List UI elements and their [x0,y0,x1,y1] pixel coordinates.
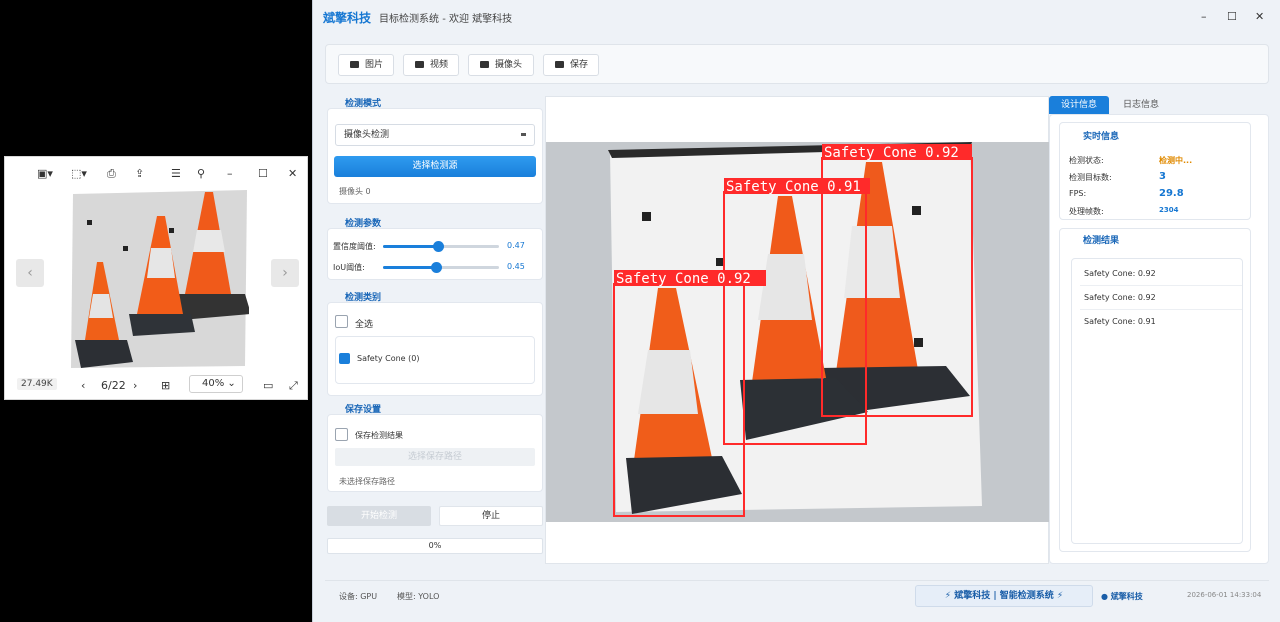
video-button[interactable]: 视频 [403,54,459,76]
device-info: 设备: GPU [339,592,378,601]
detection-label: Safety Cone 0.92 [824,145,959,161]
confidence-handle[interactable] [433,241,444,252]
brand-name: 斌擎科技 [323,10,372,25]
slideshow-icon[interactable]: ▭ [263,379,273,392]
result-item[interactable]: Safety Cone: 0.92 [1084,269,1156,278]
image-icon [350,61,359,68]
select-all-checkbox[interactable] [335,315,348,328]
datetime: 2026-06-01 14:33:04 [1187,591,1262,599]
page-counter: 6/22 [101,379,126,392]
title-bar: 斌擎科技 目标检测系统 - 欢迎 斌擎科技 [313,0,1280,34]
path-status: 未选择保存路径 [339,477,395,486]
confidence-fill [383,245,437,248]
maximize-icon[interactable]: ☐ [258,167,268,181]
results-title: 检测结果 [1083,236,1120,246]
iou-handle[interactable] [431,262,442,273]
crop-icon[interactable]: ⬚▾ [71,167,87,181]
result-item[interactable]: Safety Cone: 0.91 [1084,317,1156,326]
pin-icon[interactable]: ⚲ [197,167,205,181]
iou-slider[interactable] [383,262,499,273]
confidence-slider-row: 置信度阈值: 0.47 [333,240,529,252]
save-results-label: 保存检测结果 [355,431,403,440]
next-image-button[interactable]: › [271,259,299,287]
photo-viewer-window: ▣▾ ⬚▾ ⎙ ⇪ ☰ ⚲ – ☐ ✕ ‹ › 27.49K ‹ 6/22 › … [4,156,308,400]
fit-icon[interactable]: ⊞ [161,379,170,392]
count-value: 3 [1159,171,1166,182]
iou-label: IoU阈值: [333,263,365,272]
maximize-icon[interactable]: ☐ [1227,10,1237,23]
select-source-button[interactable]: 选择检测源 [334,156,536,177]
confidence-label: 置信度阈值: [333,242,376,251]
minimize-icon[interactable]: – [1201,10,1207,23]
file-size-label: 27.49K [17,378,57,390]
detection-canvas: Safety Cone 0.92 Safety Cone 0.91 Safety… [545,96,1050,564]
close-icon[interactable]: ✕ [1255,10,1264,23]
save-results-checkbox[interactable] [335,428,348,441]
confidence-slider[interactable] [383,241,499,252]
image-button[interactable]: 图片 [338,54,394,76]
next-page-icon[interactable]: › [133,379,137,392]
stop-button[interactable]: 停止 [439,506,543,526]
detection-label: Safety Cone 0.92 [616,271,751,287]
viewer-image [71,190,249,368]
choose-path-button[interactable]: 选择保存路径 [335,448,535,466]
user-info: ● 斌擎科技 [1101,592,1143,601]
fps-label: FPS: [1069,189,1087,198]
chevron-down-icon [521,133,526,136]
camera-button[interactable]: 摄像头 [468,54,534,76]
tab-log-info[interactable]: 日志信息 [1111,96,1171,114]
detect-mode-select[interactable]: 摄像头检测 [335,124,535,146]
edit-icon[interactable]: ▣▾ [37,167,53,181]
class-label: Safety Cone (0) [357,354,420,363]
model-info: 模型: YOLO [397,592,440,601]
share-icon[interactable]: ⇪ [135,167,144,181]
iou-fill [383,266,435,269]
user-icon: ● [1101,592,1108,601]
fps-value: 29.8 [1159,188,1184,199]
tab-design-info[interactable]: 设计信息 [1049,96,1109,114]
result-item[interactable]: Safety Cone: 0.92 [1084,293,1156,302]
camera-info: 摄像头 0 [339,187,371,196]
video-icon [415,61,424,68]
start-detection-button[interactable]: 开始检测 [327,506,431,526]
fullscreen-icon[interactable]: ⤢ [289,379,298,393]
detection-label: Safety Cone 0.91 [726,179,861,195]
camera-icon [480,61,489,68]
minimize-icon[interactable]: – [227,167,233,181]
status-value: 检测中... [1159,156,1193,165]
save-icon [555,61,564,68]
select-all-label: 全选 [355,320,374,330]
menu-icon[interactable]: ☰ [171,167,181,181]
close-icon[interactable]: ✕ [288,167,297,181]
realtime-title: 实时信息 [1083,132,1120,142]
window-title: 目标检测系统 - 欢迎 斌擎科技 [379,13,513,25]
prev-page-icon[interactable]: ‹ [81,379,85,392]
results-list: Safety Cone: 0.92 Safety Cone: 0.92 Safe… [1071,258,1243,544]
status-bar: 设备: GPU 模型: YOLO ⚡ 斌擎科技 | 智能检测系统 ⚡ ● 斌擎科… [325,580,1269,610]
frames-value: 2304 [1159,206,1179,214]
result-divider [1080,309,1242,310]
iou-slider-row: IoU阈值: 0.45 [333,261,529,273]
print-icon[interactable]: ⎙ [107,167,116,181]
progress-bar: 0% [327,538,543,554]
confidence-value: 0.47 [507,241,525,250]
toolbar: 图片 视频 摄像头 保存 [325,44,1269,84]
iou-value: 0.45 [507,262,525,271]
frames-label: 处理帧数: [1069,207,1104,216]
previous-image-button[interactable]: ‹ [16,259,44,287]
status-label: 检测状态: [1069,156,1104,165]
camera-frame-image: Safety Cone 0.92 Safety Cone 0.91 Safety… [546,142,1050,522]
count-label: 检测目标数: [1069,173,1112,182]
detection-app-window: 斌擎科技 目标检测系统 - 欢迎 斌擎科技 – ☐ ✕ 图片 视频 摄像头 保存… [312,0,1280,622]
class-checkbox[interactable] [339,353,350,364]
system-badge: ⚡ 斌擎科技 | 智能检测系统 ⚡ [915,585,1093,607]
zoom-select[interactable]: 40% ⌄ [189,375,243,393]
save-button[interactable]: 保存 [543,54,599,76]
result-divider [1080,285,1242,286]
